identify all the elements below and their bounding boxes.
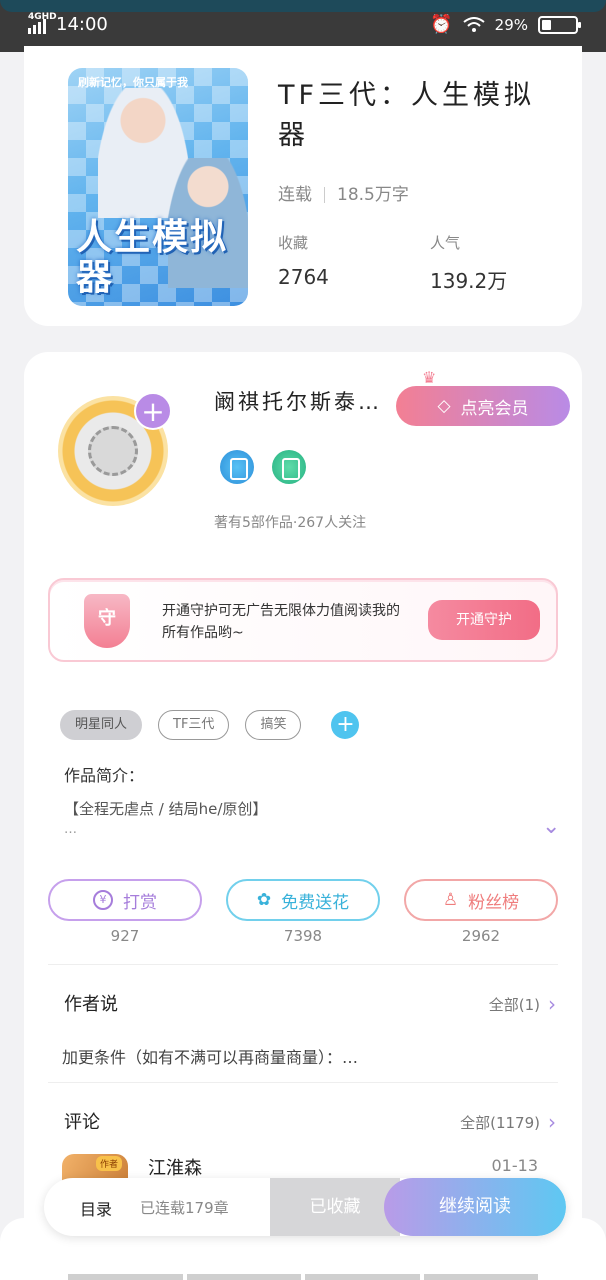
- status-bar: 4GHD 14:00 ⏰ 29%: [0, 0, 606, 52]
- author-say-text[interactable]: 加更条件（如有不满可以再商量商量）：…: [62, 1044, 358, 1068]
- page-indicator: [68, 1274, 538, 1280]
- status-bar-top-strip: [0, 0, 606, 12]
- tag-chip[interactable]: 明星同人: [60, 710, 143, 740]
- status-time: 14:00: [56, 14, 108, 35]
- guard-banner[interactable]: 守 开通守护可无广告无限体力值阅读我的所有作品哟~ 开通守护: [48, 578, 558, 662]
- author-say-all-label: 全部(1): [488, 995, 540, 1014]
- vip-button-label: 点亮会员: [460, 398, 529, 419]
- battery-percent: 29%: [494, 15, 528, 34]
- handshake-badge-icon[interactable]: [272, 450, 306, 484]
- cover-title: 人生模拟器: [76, 217, 229, 298]
- comments-title: 评论: [64, 1112, 100, 1133]
- tag-list: 明星同人 TF三代 搞笑 +: [60, 710, 360, 740]
- book-title: TF三代：人生模拟器: [278, 80, 536, 151]
- book-word-count: 18.5万字: [337, 185, 409, 205]
- favorites-label: 收藏: [278, 234, 309, 252]
- tip-label: 打赏: [123, 892, 157, 913]
- shield-icon: 守: [84, 594, 130, 648]
- commenter-name[interactable]: 江淮森: [148, 1154, 202, 1180]
- author-say-title: 作者说: [64, 994, 118, 1015]
- yen-icon: ¥: [93, 890, 113, 910]
- chapter-progress: 已连载179章: [140, 1199, 229, 1217]
- favorites-stat: 收藏 2764: [278, 232, 329, 289]
- crown-icon: ♛: [422, 368, 437, 387]
- guard-text: 开通守护可无广告无限体力值阅读我的所有作品哟~: [162, 603, 400, 641]
- send-flower-button[interactable]: ✿ 免费送花: [226, 879, 380, 921]
- tag-chip[interactable]: 搞笑: [245, 710, 302, 740]
- tip-button[interactable]: ¥ 打赏: [48, 879, 202, 921]
- fan-rank-button[interactable]: ♙ 粉丝榜: [404, 879, 558, 921]
- book-meta: 连载 18.5万字: [278, 180, 409, 205]
- popularity-stat: 人气 139.2万: [430, 232, 507, 294]
- popularity-label: 人气: [430, 234, 461, 252]
- author-name[interactable]: 阚祺托尔斯泰…: [214, 386, 382, 416]
- intro-ellipsis: …: [64, 822, 77, 837]
- chevron-right-icon: ›: [548, 1110, 556, 1134]
- book-cover[interactable]: 刷新记忆，你只属于我 人生模拟器: [68, 68, 248, 306]
- book-info-card: 刷新记忆，你只属于我 人生模拟器 TF三代：人生模拟器 连载 18.5万字 收藏 …: [24, 46, 582, 326]
- divider: [48, 1082, 558, 1083]
- author-badge: 作者: [96, 1156, 123, 1171]
- collected-button[interactable]: 已收藏: [270, 1178, 400, 1236]
- fan-rank-count: 2962: [461, 927, 501, 945]
- intro-label: 作品简介：: [64, 766, 145, 785]
- toc-button[interactable]: 目录: [80, 1196, 112, 1220]
- divider: [48, 964, 558, 965]
- comments-all-link[interactable]: 全部(1179) ›: [460, 1110, 556, 1134]
- battery-icon: [538, 15, 581, 34]
- comment-date: 01-13: [491, 1156, 539, 1175]
- cover-tagline: 刷新记忆，你只属于我: [78, 76, 188, 89]
- phone-badge-icon[interactable]: [220, 450, 254, 484]
- diamond-icon: ◇: [437, 396, 451, 416]
- tip-count: 927: [110, 927, 140, 945]
- author-stats: 著有5部作品·267人关注: [214, 515, 367, 531]
- follow-plus-button[interactable]: +: [134, 392, 172, 430]
- send-flower-label: 免费送花: [281, 892, 350, 913]
- open-guard-button[interactable]: 开通守护: [428, 600, 540, 640]
- alarm-icon: ⏰: [430, 14, 453, 35]
- flower-count: 7398: [283, 927, 323, 945]
- favorites-value: 2764: [278, 265, 329, 289]
- book-detail-card: + 阚祺托尔斯泰… ♛ ◇ 点亮会员 著有5部作品·267人关注 守 开通守护可…: [24, 352, 582, 1280]
- action-buttons: ¥ 打赏 927 ✿ 免费送花 7398 ♙ 粉丝榜 2962: [48, 879, 558, 945]
- popularity-value: 139.2万: [430, 269, 508, 293]
- author-say-all-link[interactable]: 全部(1) ›: [489, 992, 556, 1016]
- network-type: 4GHD: [28, 11, 57, 22]
- user-icon: ♙: [442, 890, 459, 910]
- wifi-icon: [463, 16, 485, 32]
- chevron-down-icon[interactable]: ⌄: [542, 814, 560, 839]
- continue-reading-button[interactable]: 继续阅读: [384, 1178, 566, 1236]
- comments-all-label: 全部(1179): [460, 1113, 540, 1132]
- tag-chip[interactable]: TF三代: [158, 710, 230, 740]
- bottom-action-bar: 目录 已连载179章 已收藏 继续阅读: [44, 1178, 566, 1236]
- vip-button[interactable]: ◇ 点亮会员: [396, 386, 570, 426]
- fan-rank-label: 粉丝榜: [468, 892, 520, 913]
- add-tag-button[interactable]: +: [331, 711, 360, 739]
- book-status: 连载: [278, 185, 312, 205]
- chevron-right-icon: ›: [548, 992, 556, 1016]
- flower-icon: ✿: [256, 890, 272, 910]
- intro-text: 【全程无虐点 / 结局he/原创】: [64, 800, 268, 818]
- signal-icon: 4GHD: [28, 12, 57, 34]
